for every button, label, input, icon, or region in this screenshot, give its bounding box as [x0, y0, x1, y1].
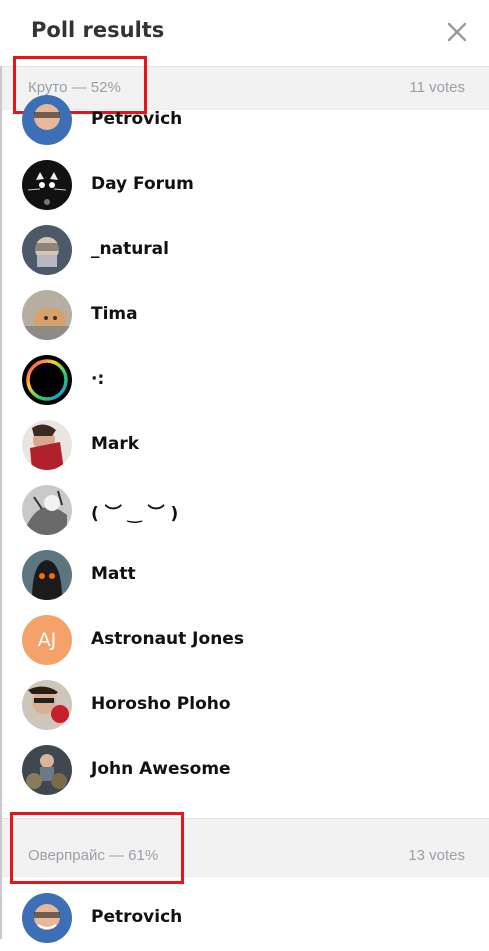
voter-row[interactable]: Day Forum	[0, 153, 489, 218]
voter-row[interactable]: _natural	[0, 218, 489, 283]
voter-row[interactable]: Mark	[0, 413, 489, 478]
avatar-initials: AJ	[37, 629, 57, 651]
voter-name: Horosho Ploho	[91, 694, 231, 714]
voter-name: ( ︶ ‿ ︶ )	[91, 504, 179, 524]
voter-row[interactable]: ·:	[0, 348, 489, 413]
annotation-box	[10, 812, 184, 884]
voter-name: John Awesome	[91, 759, 231, 779]
voter-name: Day Forum	[91, 174, 194, 194]
voter-name: Matt	[91, 564, 136, 584]
voter-name: Mark	[91, 434, 140, 454]
voter-name: ·:	[91, 369, 105, 389]
avatar	[22, 95, 72, 145]
avatar	[22, 550, 72, 600]
avatar	[22, 225, 72, 275]
avatar	[22, 680, 72, 730]
voter-name: Petrovich	[91, 109, 183, 129]
avatar	[22, 485, 72, 535]
voter-name: _natural	[91, 239, 169, 259]
avatar	[22, 355, 72, 405]
voter-row[interactable]: ( ︶ ‿ ︶ )	[0, 478, 489, 543]
voter-row[interactable]: Matt	[0, 543, 489, 608]
voter-list: Petrovich	[0, 886, 489, 951]
voter-name: Astronaut Jones	[91, 629, 244, 649]
voter-row[interactable]: John Awesome	[0, 738, 489, 803]
voter-name: Tima	[91, 304, 138, 324]
avatar: AJ	[22, 615, 72, 665]
voter-row[interactable]: Horosho Ploho	[0, 673, 489, 738]
voter-row[interactable]: Petrovich	[0, 886, 489, 951]
voter-name: Petrovich	[91, 907, 183, 927]
close-icon[interactable]	[441, 16, 473, 48]
avatar	[22, 160, 72, 210]
avatar	[22, 893, 72, 943]
voter-row[interactable]: Petrovich	[0, 88, 489, 153]
avatar	[22, 745, 72, 795]
voter-list: Petrovich Day Forum _natural Tima ·: Mar…	[0, 88, 489, 803]
poll-option-votes: 13 votes	[408, 847, 465, 864]
voter-row[interactable]: Tima	[0, 283, 489, 348]
voter-row[interactable]: AJ Astronaut Jones	[0, 608, 489, 673]
avatar	[22, 290, 72, 340]
dialog-title: Poll results	[31, 18, 165, 42]
avatar	[22, 420, 72, 470]
